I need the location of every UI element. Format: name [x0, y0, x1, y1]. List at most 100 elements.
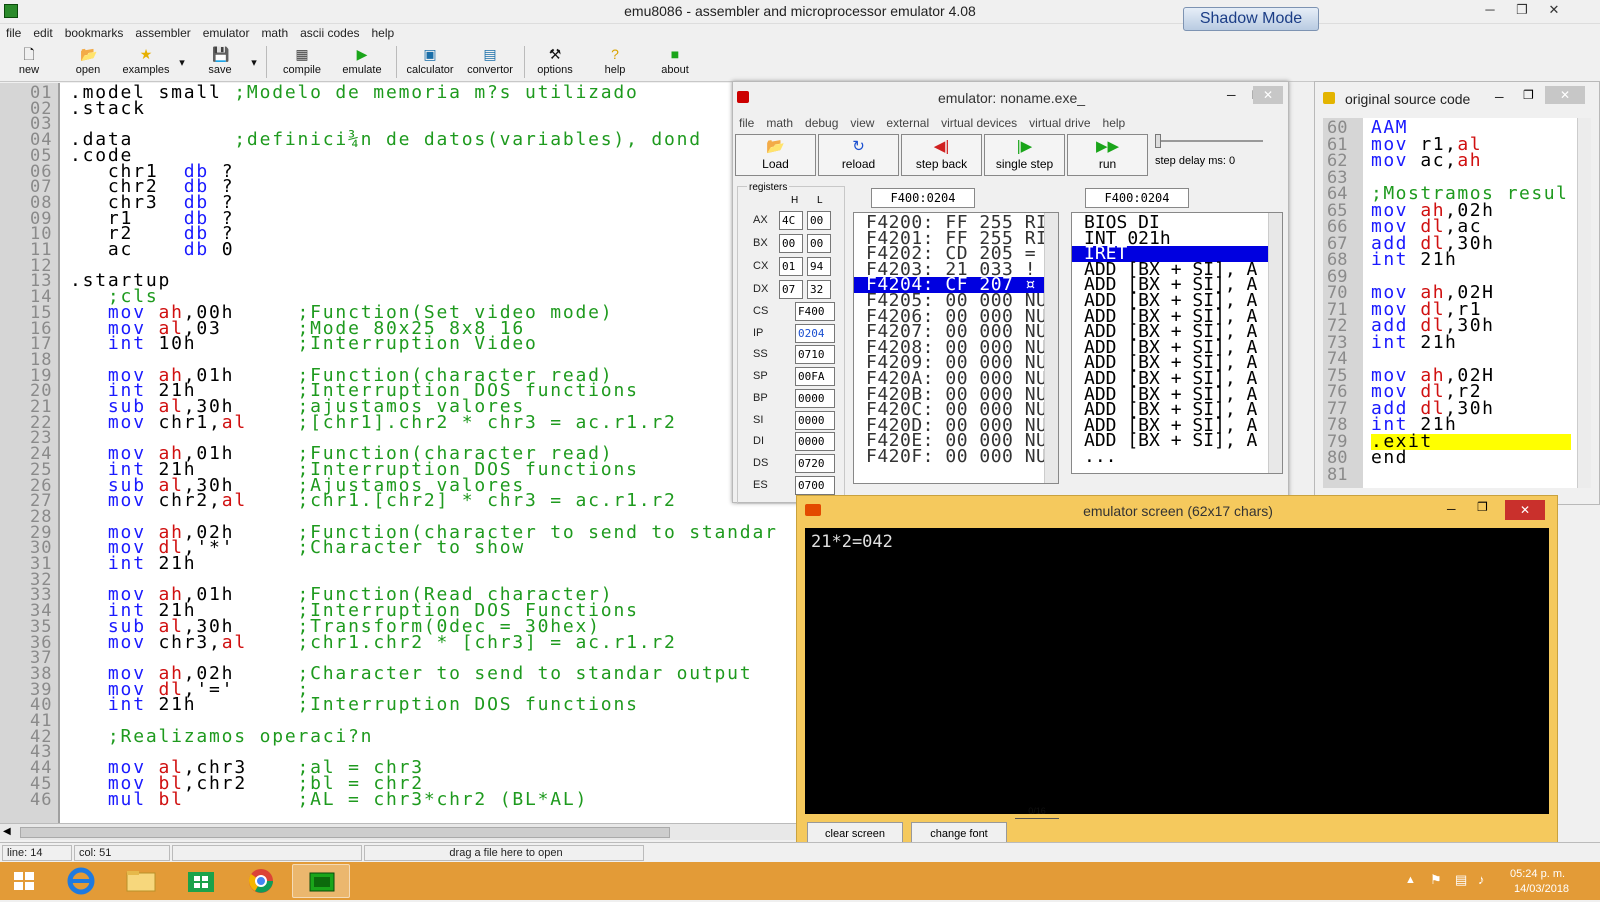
register-low-byte[interactable]: 00	[807, 234, 831, 253]
register-value[interactable]: 0000	[795, 432, 835, 452]
scr-minimize-icon[interactable]: ─	[1447, 502, 1456, 516]
register-value[interactable]: 00FA	[795, 367, 835, 387]
emu-menu-debug[interactable]: debug	[799, 114, 844, 132]
code-line[interactable]: mov chr2,al ;chr1.[chr2] * chr3 = ac.r1.…	[70, 492, 677, 510]
source-vscrollbar[interactable]	[1577, 118, 1591, 488]
menu-emulator[interactable]: emulator	[197, 24, 256, 42]
register-low-byte[interactable]: 94	[807, 257, 831, 276]
register-high-byte[interactable]: 01	[779, 257, 803, 276]
register-value[interactable]: 0720	[795, 453, 835, 473]
code-editor[interactable]: 01 02 03 04 05 06 07 08 09 10 11 12 13 14 15 16 17 18 19 20…	[0, 83, 797, 823]
dump-scrollbar[interactable]	[1044, 213, 1058, 483]
emulate-button[interactable]: ▶ emulate	[336, 44, 388, 80]
source-code-line[interactable]: mov ac,ah	[1371, 152, 1482, 170]
horizontal-scrollbar[interactable]: ◀	[0, 823, 797, 840]
code-line[interactable]: int 10h ;Interruption Video	[70, 335, 538, 353]
scr-close-icon[interactable]: ✕	[1505, 500, 1545, 520]
help-button[interactable]: ? help	[596, 44, 634, 80]
register-high-byte[interactable]: 07	[779, 280, 803, 299]
emu-menu-math[interactable]: math	[760, 114, 799, 132]
maximize-icon[interactable]: ❐	[1510, 2, 1534, 18]
step-delay-slider[interactable]	[1155, 140, 1263, 142]
emu-minimize-icon[interactable]: ─	[1227, 88, 1236, 102]
single-step-button[interactable]: |▶ single step	[984, 134, 1065, 176]
register-value[interactable]: 0204	[795, 323, 835, 343]
calculator-button[interactable]: ▣ calculator	[402, 44, 458, 80]
menu-ascii-codes[interactable]: ascii codes	[294, 24, 365, 42]
code-line[interactable]: int 21h ;Interruption DOS functions	[70, 696, 639, 714]
step-back-button[interactable]: ◀| step back	[901, 134, 982, 176]
volume-icon[interactable]: ♪	[1478, 872, 1485, 887]
source-code-line[interactable]: int 21h	[1371, 333, 1457, 351]
reload-button[interactable]: ↻ reload	[818, 134, 899, 176]
tray-arrow-icon[interactable]: ▲	[1405, 874, 1416, 886]
clock-date[interactable]: 14/03/2018	[1514, 883, 1569, 895]
scroll-thumb[interactable]	[20, 827, 670, 838]
options-button[interactable]: ⚒ options	[530, 44, 580, 80]
close-icon[interactable]: ✕	[1542, 2, 1566, 18]
about-button[interactable]: ■ about	[654, 44, 696, 80]
code-line[interactable]: .model small ;Modelo de memoria m?s util…	[70, 84, 639, 102]
clock-time[interactable]: 05:24 p. m.	[1510, 868, 1565, 880]
register-value[interactable]: 0700	[795, 475, 835, 495]
menu-assembler[interactable]: assembler	[129, 24, 196, 42]
emu8086-taskbar-icon[interactable]	[292, 864, 350, 898]
convertor-button[interactable]: ▤ convertor	[462, 44, 518, 80]
menu-file[interactable]: file	[0, 24, 27, 42]
examples-button[interactable]: ★ examples	[118, 44, 174, 80]
disasm-row[interactable]: ...	[1072, 448, 1268, 466]
source-code-line[interactable]: int 21h	[1371, 251, 1457, 269]
disassembly-list[interactable]: BIOS DI INT 021h IRET ADD [BX + SI], A ADD […	[1071, 212, 1283, 474]
network-flag-icon[interactable]: ⚑	[1430, 872, 1442, 888]
source-code-line[interactable]: end	[1371, 449, 1408, 467]
code-line[interactable]: mov chr3,al ;chr1.chr2 * [chr3] = ac.r1.…	[70, 633, 677, 651]
new-button[interactable]: 🗋 new	[10, 44, 48, 80]
register-value[interactable]: 0710	[795, 345, 835, 365]
compile-button[interactable]: ▦ compile	[276, 44, 328, 80]
start-button[interactable]	[2, 864, 46, 898]
menu-edit[interactable]: edit	[27, 24, 58, 42]
disasm-address-field[interactable]: F400:0204	[1085, 188, 1189, 208]
menu-bookmarks[interactable]: bookmarks	[59, 24, 130, 42]
src-maximize-icon[interactable]: ❐	[1523, 88, 1534, 102]
emu-menu-external[interactable]: external	[880, 114, 935, 132]
register-value[interactable]: F400	[795, 302, 835, 321]
emu-menu-virtual-drive[interactable]: virtual drive	[1023, 114, 1096, 132]
run-button[interactable]: ▶▶ run	[1067, 134, 1148, 176]
emu-menu-file[interactable]: file	[733, 114, 760, 132]
register-low-byte[interactable]: 32	[807, 280, 831, 299]
emu-close-icon[interactable]: ✕	[1253, 86, 1283, 104]
scr-maximize-icon[interactable]: ❐	[1477, 500, 1488, 514]
network-icon[interactable]: ▤	[1455, 872, 1467, 888]
save-button[interactable]: 💾 save	[200, 44, 240, 80]
chrome-icon[interactable]	[232, 864, 290, 898]
load-button[interactable]: 📂 Load	[735, 134, 816, 176]
memory-row[interactable]: F420F: 00 000 NU	[854, 448, 1047, 466]
memory-dump-list[interactable]: F4200: FF 255 RI F4201: FF 255 RI F4202: C…	[853, 212, 1059, 484]
register-value[interactable]: 0000	[795, 388, 835, 408]
code-line[interactable]: ac db 0	[70, 241, 234, 259]
code-line[interactable]: mov chr1,al ;[chr1].chr2 * chr3 = ac.r1.…	[70, 413, 677, 431]
minimize-icon[interactable]: ─	[1478, 2, 1502, 17]
store-icon[interactable]	[172, 864, 230, 898]
register-high-byte[interactable]: 00	[779, 234, 803, 253]
code-line[interactable]: ;Realizamos operaci?n	[70, 727, 373, 745]
open-button[interactable]: 📂 open	[68, 44, 108, 80]
register-value[interactable]: 0000	[795, 410, 835, 430]
emu-menu-view[interactable]: view	[844, 114, 880, 132]
scroll-left-icon[interactable]: ◀	[3, 826, 11, 837]
file-explorer-icon[interactable]	[112, 864, 170, 898]
code-line[interactable]: int 21h	[70, 555, 196, 573]
screen-page-slider[interactable]	[1015, 818, 1059, 822]
src-minimize-icon[interactable]: ─	[1495, 90, 1504, 104]
code-line[interactable]: .stack	[70, 99, 146, 117]
menu-help[interactable]: help	[366, 24, 401, 42]
register-low-byte[interactable]: 00	[807, 211, 831, 230]
emu-menu-virtual-devices[interactable]: virtual devices	[935, 114, 1023, 132]
source-code-view[interactable]: 60 61 62 63 64 65 66 67 68 69 70 71 72 73 74 75 76 77 78 79…	[1323, 118, 1577, 488]
code-line[interactable]: .data ;definici¾n de datos(variables), d…	[70, 131, 702, 149]
src-close-icon[interactable]: ✕	[1545, 86, 1585, 104]
menu-math[interactable]: math	[255, 24, 294, 42]
internet-explorer-icon[interactable]	[52, 864, 110, 898]
code-line[interactable]: mul bl ;AL = chr3*chr2 (BL*AL)	[70, 790, 588, 808]
